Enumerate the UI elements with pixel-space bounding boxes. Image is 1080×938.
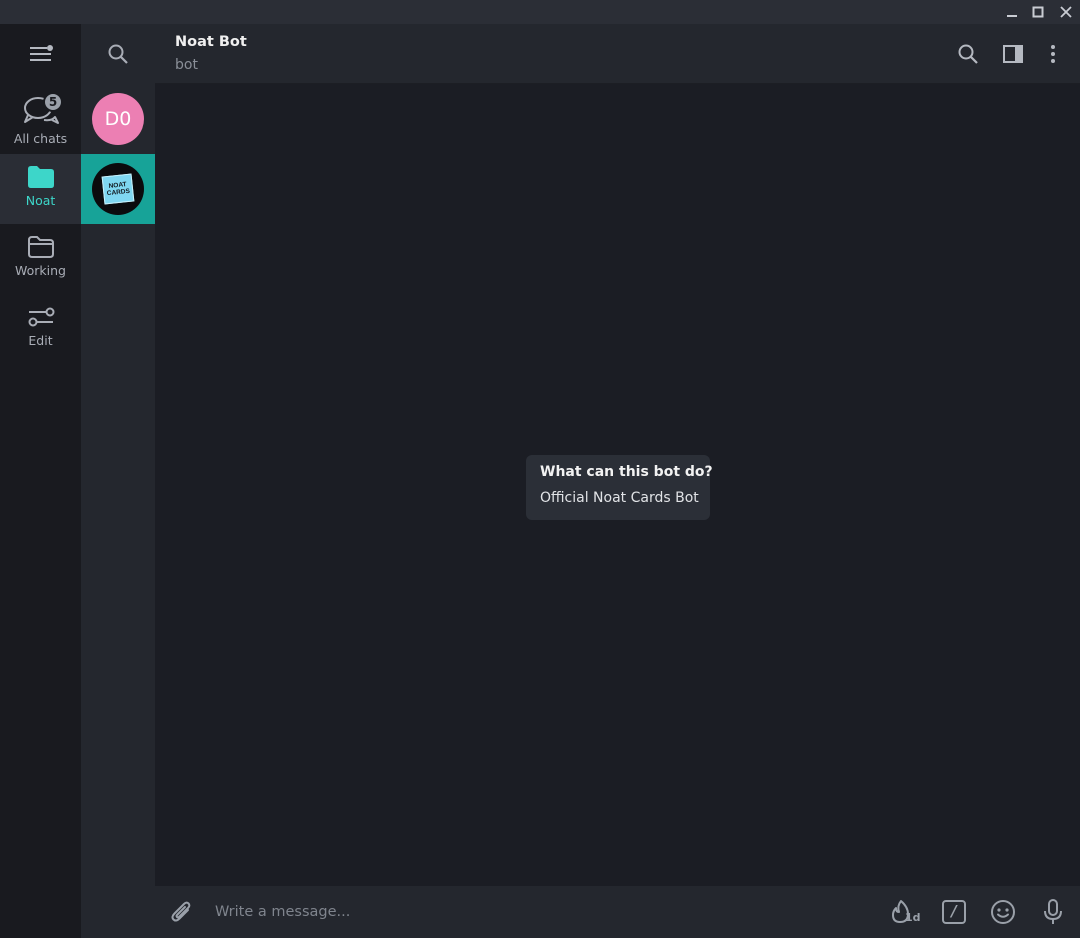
chat-search-button[interactable] [81,24,155,84]
search-icon [957,43,979,65]
bot-commands-icon: / [941,899,967,925]
folder-filled-icon [26,164,56,190]
microphone-icon [1042,898,1064,926]
attach-icon [170,899,194,925]
emoji-icon [990,899,1016,925]
more-vertical-icon [1050,44,1056,64]
folder-icon [26,234,56,260]
voice-record-button[interactable] [1038,897,1068,927]
self-destruct-timer-button[interactable]: 1d [888,897,921,927]
chat-header: Noat Bot bot [155,24,1080,84]
close-icon[interactable] [1052,0,1080,24]
attach-button[interactable] [167,897,197,927]
folder-noat[interactable]: Noat [0,154,81,224]
timer-label: 1d [905,911,921,924]
messages-area: What can this bot do? Official Noat Card… [155,85,1080,886]
avatar: D0 [92,93,144,145]
folder-label: Edit [28,333,53,348]
folder-label: Noat [25,193,56,208]
noat-cards-logo: NOAT CARDS [101,173,135,205]
folder-label: Working [15,263,66,278]
maximize-icon[interactable] [1024,0,1052,24]
unread-badge: 5 [43,92,63,112]
folder-label: All chats [13,131,68,146]
chat-status: bot [175,57,198,73]
chat-row-noat-bot[interactable]: NOAT CARDS [81,154,155,224]
sliders-icon [26,304,56,330]
timer-icon: 1d [888,897,921,927]
folders-sidebar: All chats 5 Noat Working Edit [0,24,81,938]
folder-all-chats[interactable]: All chats 5 [0,84,81,154]
message-composer: 1d / [155,886,1080,938]
search-icon [107,43,129,65]
logo-line: CARDS [106,187,131,198]
chat-list: D0 NOAT CARDS [81,24,155,938]
menu-button[interactable] [0,24,81,84]
avatar: NOAT CARDS [92,163,144,215]
menu-icon [28,44,54,64]
side-panel-icon [1002,44,1024,64]
minimize-icon[interactable] [998,0,1026,24]
message-input[interactable] [213,899,853,925]
side-panel-button[interactable] [998,39,1028,69]
folder-edit[interactable]: Edit [0,294,81,364]
chat-title[interactable]: Noat Bot [175,34,247,50]
chat-row-d0[interactable]: D0 [81,84,155,154]
more-button[interactable] [1038,39,1068,69]
bot-commands-button[interactable]: / [939,897,969,927]
window-titlebar [0,0,1080,24]
emoji-button[interactable] [988,897,1018,927]
bot-info-description: Official Noat Cards Bot [540,490,699,506]
bot-info-title: What can this bot do? [540,464,713,480]
commands-label: / [951,902,957,920]
search-in-chat-button[interactable] [953,39,983,69]
folder-working[interactable]: Working [0,224,81,294]
bot-info-card: What can this bot do? Official Noat Card… [526,455,713,520]
